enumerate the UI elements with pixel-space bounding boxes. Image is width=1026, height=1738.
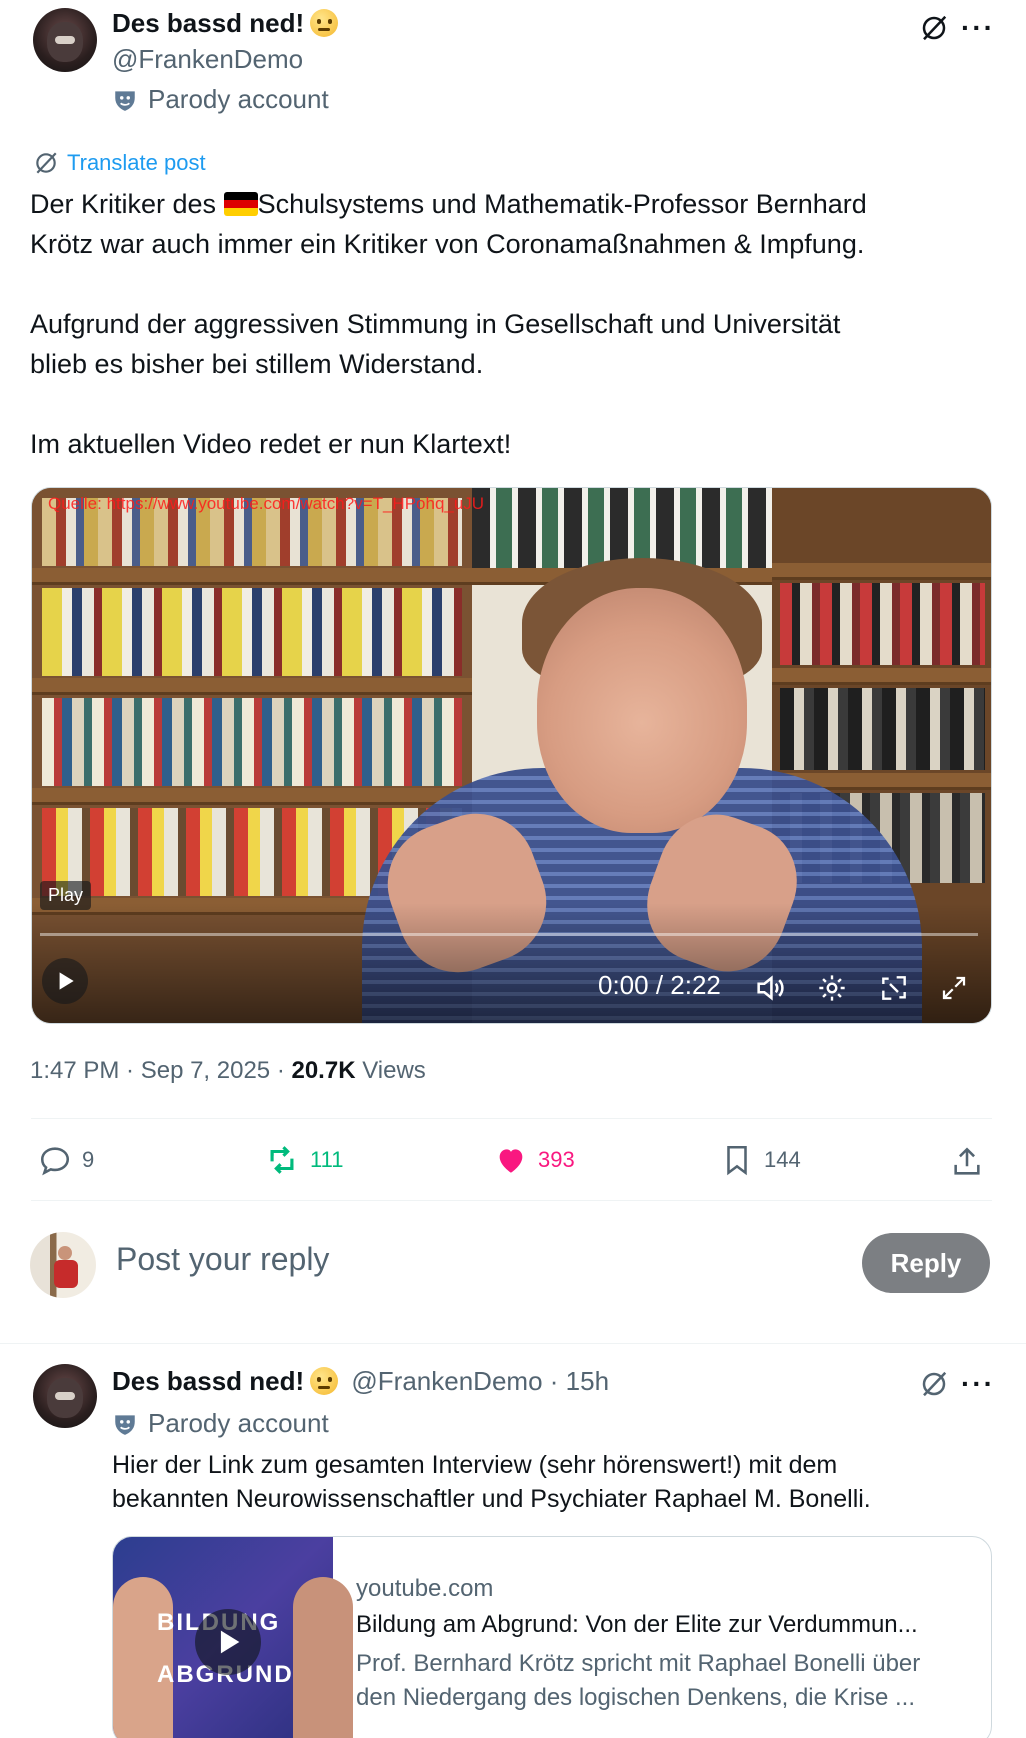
fullscreen-icon[interactable] [934, 968, 974, 1008]
heart-filled-icon [494, 1143, 528, 1177]
reply-input[interactable]: Post your reply [116, 1241, 329, 1278]
divider [0, 1343, 1026, 1344]
post-text-line: blieb es bisher bei stillem Widerstand. [30, 349, 484, 379]
reply-text: Hier der Link zum gesamten Interview (se… [112, 1448, 1012, 1516]
video-time-display: 0:00 / 2:22 [598, 970, 721, 1000]
author-handle[interactable]: @FrankenDemo [112, 44, 303, 75]
german-flag-icon [223, 192, 258, 216]
more-options-icon[interactable]: ··· [960, 1366, 996, 1402]
video-player[interactable]: Quelle: https://www.youtube.com/watch?v=… [31, 487, 992, 1024]
post-text-line: Krötz war auch immer ein Kritiker von Co… [30, 229, 865, 259]
play-button[interactable] [42, 958, 88, 1004]
card-title: Bildung am Abgrund: Von der Elite zur Ve… [356, 1611, 918, 1638]
reply-text-line: bekannten Neurowissenschaftler und Psych… [112, 1485, 871, 1513]
parody-mask-icon [112, 1411, 138, 1437]
thinking-emoji-icon [310, 1367, 339, 1395]
video-person-face [537, 588, 747, 833]
author-avatar[interactable] [33, 8, 97, 72]
author-name[interactable]: Des bassd ned! [112, 8, 304, 38]
link-preview-thumbnail: BILDUNG ABGRUND [113, 1537, 353, 1738]
like-action[interactable]: 393 [494, 1143, 575, 1177]
views-label: Views [355, 1057, 426, 1084]
thinking-emoji-icon [310, 9, 339, 37]
repost-count: 111 [310, 1147, 344, 1172]
share-icon[interactable] [948, 1143, 986, 1181]
bookmark-icon [720, 1143, 754, 1177]
grok-icon[interactable] [916, 1366, 952, 1402]
reply-action[interactable]: 9 [38, 1143, 94, 1177]
reply-parody-label: Parody account [148, 1408, 329, 1438]
card-description: Prof. Bernhard Krötz spricht mit Raphael… [356, 1650, 921, 1711]
reply-time[interactable]: · 15h [543, 1366, 609, 1396]
card-play-icon [195, 1609, 261, 1675]
post-text: Der Kritiker des Schulsystems und Mathem… [30, 184, 1000, 464]
reply-author-name[interactable]: Des bassd ned! [112, 1366, 304, 1396]
divider [31, 1200, 992, 1201]
more-options-icon[interactable]: ··· [960, 10, 996, 46]
grok-icon[interactable] [916, 10, 952, 46]
views-count: 20.7K [291, 1057, 356, 1084]
like-count: 393 [538, 1147, 575, 1172]
bookmark-count: 144 [764, 1147, 801, 1172]
parody-mask-icon [112, 87, 138, 113]
divider [31, 1118, 992, 1119]
repost-action[interactable]: 111 [264, 1143, 343, 1177]
reply-button[interactable]: Reply [862, 1233, 990, 1293]
reply-count: 9 [82, 1147, 95, 1172]
reply-text-line: Hier der Link zum gesamten Interview (se… [112, 1451, 838, 1479]
my-avatar[interactable] [30, 1232, 96, 1298]
post-meta: 1:47 PM · Sep 7, 2025 · 20.7K Views [30, 1057, 426, 1085]
translate-post-link[interactable]: Translate post [67, 150, 206, 176]
reply-author-handle[interactable]: @FrankenDemo [351, 1366, 542, 1396]
post-text-line: Der Kritiker des Schulsystems und Mathem… [30, 189, 867, 219]
volume-icon[interactable] [750, 968, 790, 1008]
reply-icon [38, 1143, 72, 1177]
link-preview-card[interactable]: BILDUNG ABGRUND youtube.com Bildung am A… [112, 1536, 992, 1738]
settings-gear-icon[interactable] [812, 968, 852, 1008]
picture-in-picture-icon[interactable] [874, 968, 914, 1008]
bookmark-action[interactable]: 144 [720, 1143, 801, 1177]
repost-icon [264, 1143, 300, 1177]
translate-icon [33, 150, 59, 176]
parody-label: Parody account [148, 84, 329, 114]
video-progress-bar[interactable] [40, 933, 978, 936]
post-timestamp[interactable]: 1:47 PM · Sep 7, 2025 · [30, 1057, 291, 1084]
reply-author-avatar[interactable] [33, 1364, 97, 1428]
post-text-line: Im aktuellen Video redet er nun Klartext… [30, 429, 512, 459]
post-text-line: Aufgrund der aggressiven Stimmung in Ges… [30, 309, 841, 339]
card-domain: youtube.com [356, 1575, 494, 1602]
video-source-overlay: Quelle: https://www.youtube.com/watch?v=… [48, 494, 485, 513]
